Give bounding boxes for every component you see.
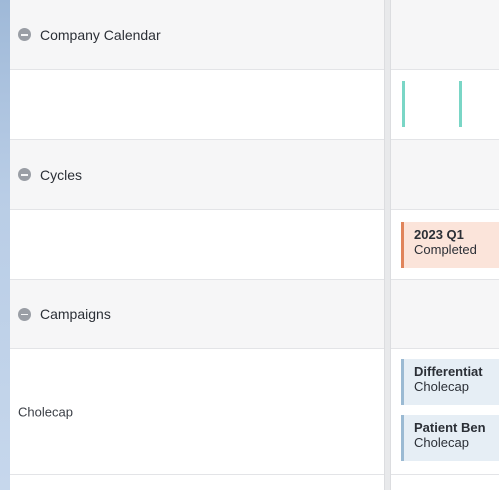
cycles-row	[10, 210, 384, 280]
timeline-calendar-row	[391, 70, 499, 140]
section-header-cycles[interactable]: Cycles	[10, 140, 384, 210]
event-product: Cholecap	[414, 379, 469, 394]
timeline-section-header	[391, 280, 499, 349]
event-title: Patient Ben	[414, 420, 486, 435]
timeline-area: 2023 Q1 Completed Differentiat Cholecap …	[391, 0, 499, 490]
timeline-section-header	[391, 0, 499, 70]
calendar-marker[interactable]	[402, 81, 405, 127]
collapse-icon[interactable]	[18, 307, 31, 321]
collapse-icon[interactable]	[18, 168, 31, 181]
section-title: Company Calendar	[40, 26, 161, 43]
section-header-campaigns[interactable]: Campaigns	[10, 280, 384, 349]
row-label-column: Company Calendar Cycles Campaigns Cholec…	[10, 0, 384, 490]
event-status: Completed	[414, 242, 477, 257]
row-label-cholecap: Cholecap	[18, 404, 73, 419]
campaign-event-card[interactable]: Differentiat Cholecap	[401, 359, 499, 405]
column-resize-handle[interactable]	[384, 0, 391, 490]
window-edge	[0, 0, 10, 490]
event-title: 2023 Q1	[414, 227, 464, 242]
section-title: Cycles	[40, 166, 83, 183]
collapse-icon[interactable]	[18, 28, 31, 41]
campaign-event-card[interactable]: Patient Ben Cholecap	[401, 415, 499, 461]
section-header-company-calendar[interactable]: Company Calendar	[10, 0, 384, 70]
campaign-row-cholecap[interactable]: Cholecap	[10, 349, 384, 475]
timeline-section-header	[391, 140, 499, 210]
cycle-event-card[interactable]: 2023 Q1 Completed	[401, 222, 499, 268]
calendar-marker[interactable]	[459, 81, 462, 127]
event-product: Cholecap	[414, 435, 469, 450]
section-title: Campaigns	[40, 306, 111, 322]
company-calendar-row	[10, 70, 384, 140]
event-title: Differentiat	[414, 364, 483, 379]
